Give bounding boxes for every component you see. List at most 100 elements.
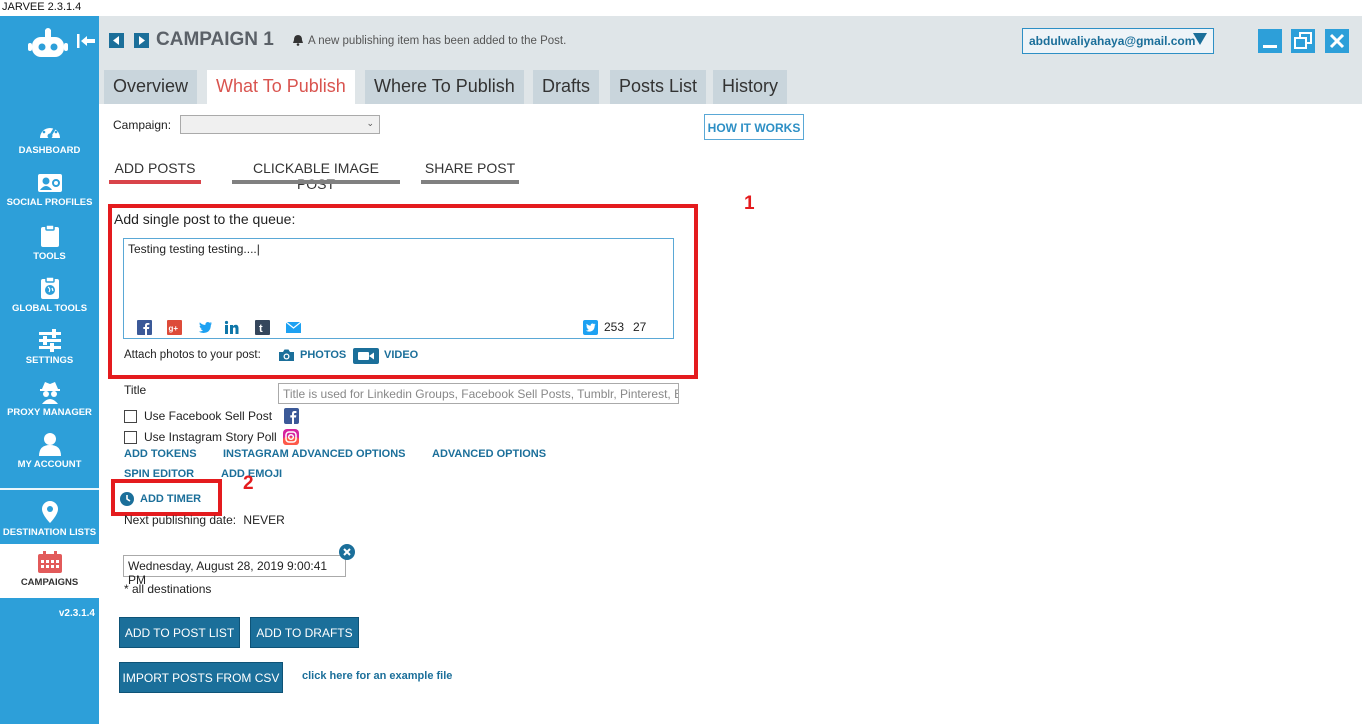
campaign-select[interactable]: ⌄: [180, 115, 380, 134]
twitter-icon[interactable]: [198, 320, 213, 335]
sidebar-item-label: SETTINGS: [25, 355, 74, 366]
schedule-date-input[interactable]: Wednesday, August 28, 2019 9:00:41 PM: [123, 555, 346, 587]
linkedin-icon[interactable]: [224, 320, 239, 335]
tab-posts-list[interactable]: Posts List: [610, 70, 707, 104]
title-label: Title: [124, 383, 147, 397]
svg-text:g+: g+: [169, 324, 179, 333]
minimize-icon: [1263, 45, 1277, 48]
add-to-post-list-button[interactable]: ADD TO POST LIST: [119, 617, 240, 648]
tab-what-to-publish[interactable]: What To Publish: [207, 70, 355, 104]
tumblr-icon[interactable]: t: [255, 320, 270, 335]
facebook-sell-post-label: Use Facebook Sell Post: [144, 409, 273, 423]
sidebar-item-my-account[interactable]: MY ACCOUNT: [0, 432, 99, 484]
instagram-story-poll-checkbox[interactable]: [124, 431, 137, 444]
add-timer-link[interactable]: ADD TIMER: [140, 493, 201, 505]
google-plus-icon[interactable]: g+: [167, 320, 182, 335]
sidebar-item-label: CAMPAIGNS: [20, 577, 79, 588]
facebook-icon[interactable]: [137, 320, 152, 335]
sidebar-item-label: GLOBAL TOOLS: [11, 303, 88, 314]
restore-button[interactable]: [1291, 29, 1315, 53]
subtab-share-post[interactable]: SHARE POST: [421, 160, 519, 184]
camera-icon[interactable]: [278, 348, 295, 362]
annotation-label-2: 2: [243, 473, 254, 494]
svg-text:t: t: [259, 323, 263, 335]
bell-icon: [293, 35, 303, 46]
arrow-right-icon: [139, 36, 145, 45]
example-file-link[interactable]: click here for an example file: [302, 670, 452, 682]
queue-title: Add single post to the queue:: [114, 211, 296, 227]
close-icon: [343, 548, 351, 556]
title-input[interactable]: Title is used for Linkedin Groups, Faceb…: [278, 383, 679, 404]
campaign-header: CAMPAIGN 1 A new publishing item has bee…: [99, 16, 1362, 70]
close-icon: [1329, 33, 1345, 49]
add-tokens-link[interactable]: ADD TOKENS: [124, 448, 197, 460]
subtab-label: SHARE POST: [424, 160, 516, 176]
chevron-down-icon: ⌄: [366, 118, 374, 128]
instagram-story-poll-label: Use Instagram Story Poll: [144, 430, 277, 444]
tab-drafts[interactable]: Drafts: [533, 70, 600, 104]
sidebar-item-tools[interactable]: TOOLS: [0, 224, 99, 276]
clipboard-icon: [40, 224, 59, 247]
sidebar-item-label: PROXY MANAGER: [7, 407, 92, 418]
sidebar-item-label: DASHBOARD: [18, 145, 81, 156]
sidebar-item-label: DESTINATION LISTS: [2, 527, 97, 538]
sidebar: DASHBOARD SOCIAL PROFILES TOOLS GLOBAL T…: [0, 16, 99, 724]
tab-where-to-publish[interactable]: Where To Publish: [365, 70, 524, 104]
minimize-button[interactable]: [1258, 29, 1282, 53]
spy-icon: [39, 382, 60, 404]
photos-button[interactable]: PHOTOS: [300, 349, 346, 361]
character-count: 27: [633, 320, 647, 334]
subtab-underline: [232, 180, 400, 184]
clear-date-button[interactable]: [339, 544, 355, 560]
attach-photos-label: Attach photos to your post:: [124, 349, 261, 361]
sidebar-item-social-profiles[interactable]: SOCIAL PROFILES: [0, 172, 99, 224]
next-publishing-text: Next publishing date:: [124, 513, 237, 527]
video-camera-icon[interactable]: [353, 348, 379, 364]
sidebar-item-campaigns[interactable]: CAMPAIGNS: [0, 544, 99, 598]
restore-icon: [1294, 32, 1312, 49]
tab-history[interactable]: History: [713, 70, 788, 104]
sidebar-item-dashboard[interactable]: DASHBOARD: [0, 120, 99, 172]
close-button[interactable]: [1325, 29, 1349, 53]
collapse-sidebar-icon[interactable]: [76, 33, 96, 49]
subtab-underline: [109, 180, 201, 184]
sidebar-item-global-tools[interactable]: GLOBAL TOOLS: [0, 276, 99, 328]
globe-clipboard-icon: [40, 276, 59, 299]
next-publishing-value: NEVER: [243, 513, 285, 527]
instagram-advanced-options-link[interactable]: INSTAGRAM ADVANCED OPTIONS: [223, 448, 406, 460]
clock-icon[interactable]: [120, 492, 134, 506]
facebook-sell-post-checkbox[interactable]: [124, 410, 137, 423]
instagram-icon: [283, 429, 299, 445]
notification-text: A new publishing item has been added to …: [308, 35, 567, 47]
twitter-count-icon: [583, 320, 598, 335]
sidebar-item-label: TOOLS: [33, 251, 66, 262]
calendar-icon: [37, 551, 62, 573]
sliders-icon: [38, 329, 61, 352]
chevron-down-icon: [1193, 33, 1207, 45]
tab-overview[interactable]: Overview: [104, 70, 198, 104]
video-button[interactable]: VIDEO: [384, 349, 418, 361]
user-icon: [38, 433, 61, 456]
add-to-drafts-button[interactable]: ADD TO DRAFTS: [250, 617, 359, 648]
arrow-left-icon: [113, 36, 119, 45]
advanced-options-link[interactable]: ADVANCED OPTIONS: [432, 448, 546, 460]
sidebar-item-proxy-manager[interactable]: PROXY MANAGER: [0, 380, 99, 432]
facebook-icon: [284, 408, 299, 424]
all-destinations-note: * all destinations: [124, 582, 212, 596]
subtab-clickable-image-post[interactable]: CLICKABLE IMAGE POST: [232, 160, 400, 192]
dashboard-icon: [39, 123, 60, 139]
subtab-add-posts[interactable]: ADD POSTS: [109, 160, 201, 184]
campaign-label: Campaign:: [113, 118, 172, 132]
sidebar-item-label: SOCIAL PROFILES: [6, 197, 93, 208]
map-pin-icon: [41, 501, 58, 523]
version-label: v2.3.1.4: [58, 608, 95, 619]
prev-campaign-button[interactable]: [109, 33, 124, 48]
email-icon[interactable]: [286, 320, 301, 335]
next-publishing-label: Next publishing date: NEVER: [124, 513, 285, 527]
next-campaign-button[interactable]: [134, 33, 149, 48]
subtab-underline: [421, 180, 519, 184]
sidebar-item-settings[interactable]: SETTINGS: [0, 328, 99, 380]
how-it-works-button[interactable]: HOW IT WORKS: [704, 114, 804, 140]
import-posts-csv-button[interactable]: IMPORT POSTS FROM CSV: [119, 662, 283, 693]
account-dropdown[interactable]: abdulwaliyahaya@gmail.com: [1022, 28, 1214, 54]
